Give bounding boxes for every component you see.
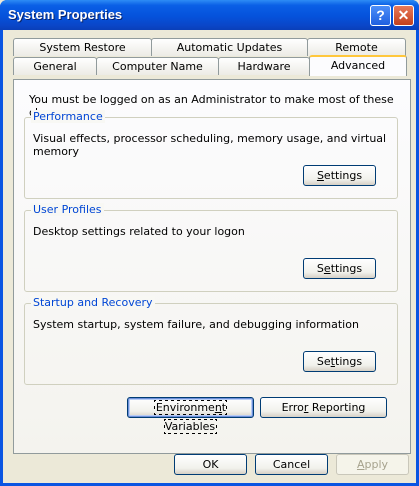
ok-button[interactable]: OK [174, 454, 247, 475]
performance-group: Performance Visual effects, processor sc… [24, 110, 398, 199]
button-accelerator: A [356, 458, 365, 471]
button-label-part: ettings [323, 169, 363, 182]
close-button[interactable]: ✕ [393, 5, 414, 26]
apply-button[interactable]: Apply [336, 454, 409, 475]
tab-label: General [33, 60, 77, 73]
tab-label: Automatic Updates [176, 41, 283, 54]
button-label-part: tings [335, 355, 363, 368]
button-label-part: S [316, 262, 324, 275]
performance-description: Visual effects, processor scheduling, me… [33, 132, 387, 158]
tab-label: Hardware [237, 60, 291, 73]
tab-system-restore[interactable]: System Restore [13, 38, 152, 56]
environment-variables-button[interactable]: Environment Variables [127, 397, 254, 434]
button-accelerator: S [316, 169, 324, 182]
title-bar[interactable]: System Properties ? ✕ [0, 0, 419, 30]
button-label-part: Erro [281, 401, 304, 414]
user-profiles-group: User Profiles Desktop settings related t… [24, 203, 398, 292]
button-label-part: ttings [330, 262, 363, 275]
button-label-part: Reporting [308, 401, 366, 414]
error-reporting-button[interactable]: Error Reporting [260, 397, 387, 418]
startup-recovery-group: Startup and Recovery System startup, sys… [24, 296, 398, 385]
performance-group-title: Performance [31, 110, 105, 123]
button-label: Cancel [272, 458, 311, 471]
button-label-part: pply [364, 458, 389, 471]
tab-general[interactable]: General [13, 57, 97, 75]
startup-recovery-group-title: Startup and Recovery [31, 296, 155, 309]
button-accelerator: n [214, 401, 222, 414]
button-label-part: Se [316, 355, 331, 368]
user-profiles-description: Desktop settings related to your logon [33, 225, 245, 238]
button-label: OK [202, 458, 219, 471]
tab-label: Remote [335, 41, 378, 54]
tab-remote[interactable]: Remote [307, 38, 406, 56]
cancel-button[interactable]: Cancel [255, 454, 328, 475]
button-accelerator: e [323, 262, 331, 275]
help-button[interactable]: ? [370, 5, 391, 26]
tab-label: Computer Name [112, 60, 203, 73]
startup-recovery-description: System startup, system failure, and debu… [33, 318, 359, 331]
performance-settings-button[interactable]: Settings [303, 165, 376, 186]
user-profiles-settings-button[interactable]: Settings [303, 258, 376, 279]
close-icon: ✕ [397, 7, 410, 23]
tab-hardware[interactable]: Hardware [218, 57, 310, 75]
tab-advanced[interactable]: Advanced [309, 55, 407, 76]
tab-label: Advanced [330, 59, 386, 72]
help-icon: ? [376, 7, 385, 23]
advanced-tab-panel: You must be logged on as an Administrato… [13, 79, 411, 454]
tab-computer-name[interactable]: Computer Name [96, 57, 219, 75]
window-title: System Properties [8, 7, 123, 22]
system-properties-window: System Properties ? ✕ System Restore Aut… [0, 0, 419, 486]
tab-label: System Restore [39, 41, 126, 54]
user-profiles-group-title: User Profiles [31, 203, 104, 216]
focus-rectangle: Environment Variables [153, 400, 228, 434]
dialog-client-area: System Restore Automatic Updates Remote … [3, 30, 416, 483]
tab-automatic-updates[interactable]: Automatic Updates [151, 38, 308, 56]
button-label-part: Environme [155, 401, 215, 414]
startup-recovery-settings-button[interactable]: Settings [303, 351, 376, 372]
